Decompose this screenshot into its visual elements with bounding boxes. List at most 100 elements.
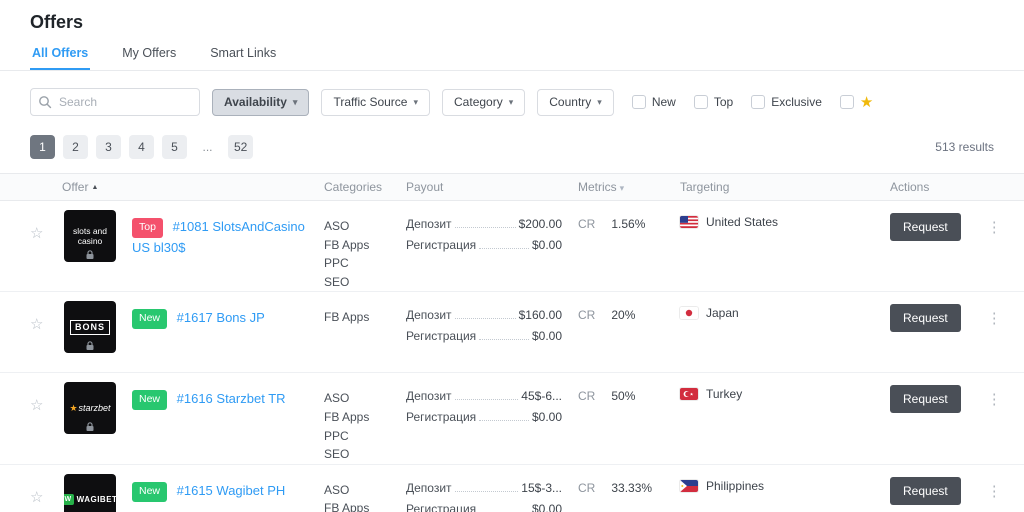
offer-link[interactable]: #1616 Starzbet TR (177, 391, 286, 406)
category-item: FB Apps (324, 308, 406, 327)
request-button[interactable]: Request (890, 304, 961, 332)
actions-cell: Request ⋮ (890, 465, 1002, 505)
favorite-toggle-icon[interactable]: ☆ (30, 373, 64, 414)
top-checkbox[interactable] (694, 95, 708, 109)
kebab-menu-icon[interactable]: ⋮ (987, 482, 1002, 500)
metric-value: 20% (611, 308, 635, 322)
category-item: FB Apps (324, 499, 406, 512)
targeting-cell: United States (680, 201, 890, 229)
targeting-cell: Japan (680, 292, 890, 320)
exclusive-checkbox-group[interactable]: Exclusive (751, 95, 822, 109)
offer-cell: New #1615 Wagibet PH (128, 465, 324, 502)
new-badge: New (132, 390, 167, 410)
page-button-3[interactable]: 3 (96, 135, 121, 159)
page-ellipsis: ... (195, 135, 220, 159)
favorites-checkbox-group[interactable]: ★ (840, 95, 873, 110)
offer-cell: Top #1081 SlotsAndCasino US bl30$ (128, 201, 324, 257)
favorite-toggle-icon[interactable]: ☆ (30, 292, 64, 333)
tab-all-offers[interactable]: All Offers (30, 37, 90, 70)
category-item: PPC (324, 254, 406, 273)
payout-value: 15$-3... (521, 481, 562, 495)
tab-smart-links[interactable]: Smart Links (208, 37, 278, 70)
pagination-bar: 1 2 3 4 5 ... 52 513 results (0, 129, 1024, 173)
categories-cell: FB Apps (324, 292, 406, 327)
metric-value: 1.56% (611, 217, 645, 231)
category-item: ASO (324, 217, 406, 236)
country-name: Japan (706, 306, 739, 320)
country-name: United States (706, 215, 778, 229)
payout-label: Регистрация (406, 329, 476, 343)
page-button-1[interactable]: 1 (30, 135, 55, 159)
metrics-cell: CR 33.33% (578, 465, 680, 495)
payout-value: 45$-6... (521, 389, 562, 403)
search-icon (38, 95, 52, 109)
chevron-down-icon: ▾ (509, 97, 514, 108)
turkey-flag-icon (680, 388, 698, 400)
search-box (30, 88, 200, 116)
exclusive-checkbox[interactable] (751, 95, 765, 109)
page-button-5[interactable]: 5 (162, 135, 187, 159)
chevron-down-icon: ▾ (620, 183, 625, 193)
filter-bar: Availability ▾ Traffic Source ▾ Category… (0, 71, 1024, 129)
favorite-toggle-icon[interactable]: ☆ (30, 201, 64, 242)
category-label: Category (454, 95, 503, 109)
kebab-menu-icon[interactable]: ⋮ (987, 309, 1002, 327)
categories-cell: ASO FB Apps PPC SEO (324, 373, 406, 463)
payout-cell: Депозит45$-6... Регистрация$0.00 (406, 373, 578, 431)
search-input[interactable] (30, 88, 200, 116)
offer-cell: New #1616 Starzbet TR (128, 373, 324, 410)
page-button-4[interactable]: 4 (129, 135, 154, 159)
offer-logo: WWAGIBET (64, 465, 128, 512)
new-checkbox[interactable] (632, 95, 646, 109)
metric-value: 33.33% (611, 481, 652, 495)
favorites-checkbox[interactable] (840, 95, 854, 109)
payout-value: $0.00 (532, 502, 562, 512)
metric-value: 50% (611, 389, 635, 403)
page-button-2[interactable]: 2 (63, 135, 88, 159)
wagibet-mark-icon: W (64, 494, 74, 505)
top-badge: Top (132, 218, 163, 238)
kebab-menu-icon[interactable]: ⋮ (987, 390, 1002, 408)
kebab-menu-icon[interactable]: ⋮ (987, 218, 1002, 236)
payout-label: Регистрация (406, 502, 476, 512)
top-checkbox-group[interactable]: Top (694, 95, 733, 109)
country-filter[interactable]: Country ▾ (537, 89, 614, 116)
philippines-flag-icon (680, 480, 698, 492)
bons-logo: BONS (64, 301, 116, 353)
lock-icon (86, 341, 95, 351)
offer-link[interactable]: #1615 Wagibet PH (177, 483, 286, 498)
page-title: Offers (30, 12, 1024, 33)
column-header-metrics[interactable]: Metrics▾ (578, 180, 680, 194)
column-header-offer[interactable]: Offer▲ (30, 180, 324, 194)
favorite-toggle-icon[interactable]: ☆ (30, 465, 64, 506)
results-count: 513 results (935, 140, 994, 154)
availability-filter[interactable]: Availability ▾ (212, 89, 309, 116)
request-button[interactable]: Request (890, 385, 961, 413)
page-button-52[interactable]: 52 (228, 135, 253, 159)
new-badge: New (132, 482, 167, 502)
categories-cell: ASO FB Apps PPC SEO (324, 201, 406, 291)
category-filter[interactable]: Category ▾ (442, 89, 525, 116)
slotsandcasino-logo: slots and casino (64, 210, 116, 262)
traffic-source-filter[interactable]: Traffic Source ▾ (321, 89, 430, 116)
table-row: ☆ slots and casino Top #1081 SlotsAndCas… (0, 201, 1024, 292)
payout-cell: Депозит15$-3... Регистрация$0.00 (406, 465, 578, 512)
new-checkbox-group[interactable]: New (632, 95, 676, 109)
request-button[interactable]: Request (890, 213, 961, 241)
chevron-down-icon: ▾ (293, 97, 298, 108)
request-button[interactable]: Request (890, 477, 961, 505)
payout-value: $0.00 (532, 238, 562, 252)
lock-icon (86, 250, 95, 260)
column-header-payout: Payout (406, 180, 578, 194)
new-checkbox-label: New (652, 95, 676, 109)
payout-label: Депозит (406, 217, 452, 231)
column-header-categories: Categories (324, 180, 406, 194)
column-header-actions: Actions (890, 180, 1000, 194)
sort-asc-icon: ▲ (91, 184, 98, 191)
lock-icon (86, 422, 95, 432)
categories-cell: ASO FB Apps PPC Push Schemes (324, 465, 406, 512)
offer-link[interactable]: #1617 Bons JP (177, 310, 265, 325)
logo-text: ★starzbet (69, 403, 110, 414)
tab-my-offers[interactable]: My Offers (120, 37, 178, 70)
offer-logo: slots and casino (64, 201, 128, 262)
